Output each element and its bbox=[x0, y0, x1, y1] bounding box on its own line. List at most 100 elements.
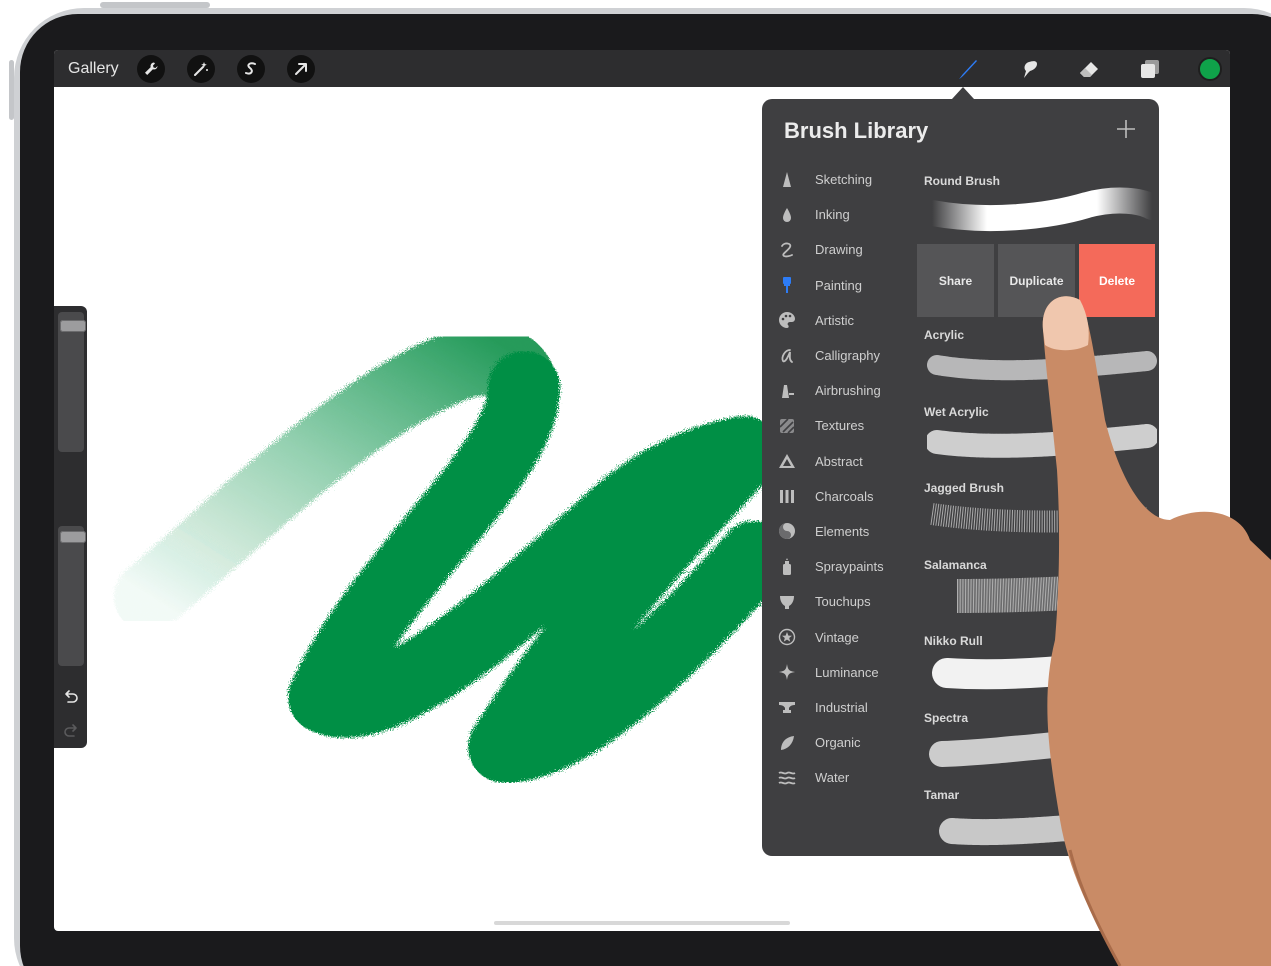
selection-icon bbox=[244, 61, 256, 74]
category-inking[interactable]: Inking bbox=[776, 197, 916, 232]
category-sketching[interactable]: Sketching bbox=[776, 162, 916, 197]
brush-item-nikko-rull[interactable]: Nikko Rull bbox=[917, 622, 1159, 699]
actions-button[interactable] bbox=[136, 54, 165, 83]
category-label: Charcoals bbox=[815, 488, 874, 504]
opacity-slider[interactable] bbox=[58, 526, 86, 666]
category-artistic[interactable]: Artistic bbox=[776, 303, 916, 338]
color-picker-button[interactable] bbox=[1198, 57, 1222, 81]
paint-brush-icon bbox=[783, 277, 791, 294]
category-airbrushing[interactable]: Airbrushing bbox=[776, 373, 916, 408]
brush-name: Tamar bbox=[924, 787, 960, 802]
category-drawing[interactable]: Drawing bbox=[776, 232, 916, 267]
brush-item-acrylic[interactable]: Acrylic bbox=[917, 316, 1159, 393]
left-sidebar bbox=[54, 306, 87, 748]
category-organic[interactable]: Organic bbox=[776, 725, 916, 760]
category-calligraphy[interactable]: Calligraphy bbox=[776, 338, 916, 373]
brush-preview bbox=[927, 423, 1157, 458]
popover-arrow bbox=[952, 87, 974, 99]
brush-tool-button[interactable] bbox=[954, 55, 982, 83]
brush-name: Wet Acrylic bbox=[924, 404, 989, 419]
charcoal-icon bbox=[780, 490, 794, 504]
smudge-tool-button[interactable] bbox=[1015, 55, 1043, 83]
brush-item-round-brush[interactable]: Round Brush bbox=[917, 162, 1159, 248]
duplicate-button[interactable]: Duplicate bbox=[998, 244, 1075, 317]
brush-library-panel: Brush Library Sketching Inking Drawing P… bbox=[762, 99, 1159, 856]
brush-preview bbox=[956, 571, 1148, 613]
brush-size-thumb[interactable] bbox=[60, 320, 86, 332]
transform-button[interactable] bbox=[286, 54, 315, 83]
category-label: Touchups bbox=[815, 594, 871, 610]
ink-drop-icon bbox=[783, 207, 791, 222]
anvil-icon bbox=[779, 702, 795, 714]
wrench-icon bbox=[144, 62, 158, 75]
category-label: Textures bbox=[815, 418, 865, 434]
brush-name: Spectra bbox=[924, 710, 969, 725]
category-industrial[interactable]: Industrial bbox=[776, 690, 916, 725]
category-textures[interactable]: Textures bbox=[776, 408, 916, 443]
category-label: Painting bbox=[815, 277, 862, 293]
top-toolbar: Gallery bbox=[54, 50, 1230, 87]
category-charcoals[interactable]: Charcoals bbox=[776, 479, 916, 514]
redo-icon[interactable] bbox=[62, 722, 80, 740]
gallery-button[interactable]: Gallery bbox=[68, 60, 119, 78]
brush-item-tamar[interactable]: Tamar bbox=[917, 776, 1159, 853]
brush-name: Nikko Rull bbox=[924, 634, 983, 649]
texture-icon bbox=[779, 418, 795, 434]
selection-button[interactable] bbox=[236, 54, 265, 83]
magic-wand-icon bbox=[193, 61, 208, 76]
ipad-top-button bbox=[100, 2, 210, 8]
transform-arrow-icon bbox=[294, 62, 307, 75]
category-label: Drawing bbox=[815, 242, 863, 258]
category-elements[interactable]: Elements bbox=[776, 514, 916, 549]
opacity-thumb[interactable] bbox=[60, 531, 86, 543]
category-abstract[interactable]: Abstract bbox=[776, 444, 916, 479]
eraser-tool-button[interactable] bbox=[1075, 55, 1103, 83]
layers-icon bbox=[1141, 60, 1159, 78]
screen: Gallery Brush Library Sketching Inking D… bbox=[54, 50, 1230, 931]
brush-item-salamanca[interactable]: Salamanca bbox=[917, 546, 1159, 623]
brush-preview bbox=[927, 187, 1157, 232]
pencil-tip-icon bbox=[783, 171, 791, 187]
brush-item-jagged-brush[interactable]: Jagged Brush bbox=[917, 469, 1159, 546]
star-badge-icon bbox=[778, 628, 796, 646]
category-vintage[interactable]: Vintage bbox=[776, 619, 916, 654]
share-button[interactable]: Share bbox=[917, 244, 994, 317]
palette-icon bbox=[779, 312, 795, 329]
brush-name: Round Brush bbox=[924, 174, 1000, 188]
category-spraypaints[interactable]: Spraypaints bbox=[776, 549, 916, 584]
category-touchups[interactable]: Touchups bbox=[776, 584, 916, 619]
brush-item-wet-acrylic[interactable]: Wet Acrylic bbox=[917, 393, 1159, 470]
brush-icon bbox=[959, 60, 977, 79]
spray-can-icon bbox=[783, 558, 791, 575]
category-label: Spraypaints bbox=[815, 559, 884, 575]
category-label: Artistic bbox=[815, 312, 854, 328]
brush-size-slider[interactable] bbox=[58, 312, 86, 452]
brush-library-title: Brush Library bbox=[784, 118, 929, 143]
brush-name: Salamanca bbox=[924, 557, 987, 572]
brush-category-list: Sketching Inking Drawing Painting Artist… bbox=[776, 162, 916, 795]
undo-icon[interactable] bbox=[62, 688, 80, 706]
brush-swipe-actions: Share Duplicate Delete bbox=[917, 244, 1159, 317]
delete-button[interactable]: Delete bbox=[1079, 244, 1155, 317]
plus-icon[interactable] bbox=[1114, 117, 1138, 141]
airbrush-icon bbox=[782, 384, 794, 398]
eraser-icon bbox=[1080, 62, 1098, 77]
brush-name: Jagged Brush bbox=[924, 481, 1005, 496]
brush-preview bbox=[939, 807, 1157, 845]
waves-icon bbox=[778, 771, 796, 785]
adjustments-button[interactable] bbox=[186, 54, 215, 83]
smudge-icon bbox=[1024, 61, 1037, 78]
category-label: Inking bbox=[815, 207, 850, 223]
yin-yang-icon bbox=[779, 523, 795, 540]
layers-button[interactable] bbox=[1136, 55, 1164, 83]
brush-preview bbox=[929, 723, 1157, 767]
category-luminance[interactable]: Luminance bbox=[776, 655, 916, 690]
brush-preview bbox=[930, 503, 1148, 533]
brush-item-spectra[interactable]: Spectra bbox=[917, 699, 1159, 776]
brush-preview bbox=[927, 351, 1157, 381]
brush-preview bbox=[932, 647, 1157, 690]
category-painting[interactable]: Painting bbox=[776, 268, 916, 303]
category-label: Abstract bbox=[815, 453, 863, 469]
category-water[interactable]: Water bbox=[776, 760, 916, 795]
brush-list: Round Brush Share Duplicate Delete Acryl… bbox=[917, 162, 1159, 852]
